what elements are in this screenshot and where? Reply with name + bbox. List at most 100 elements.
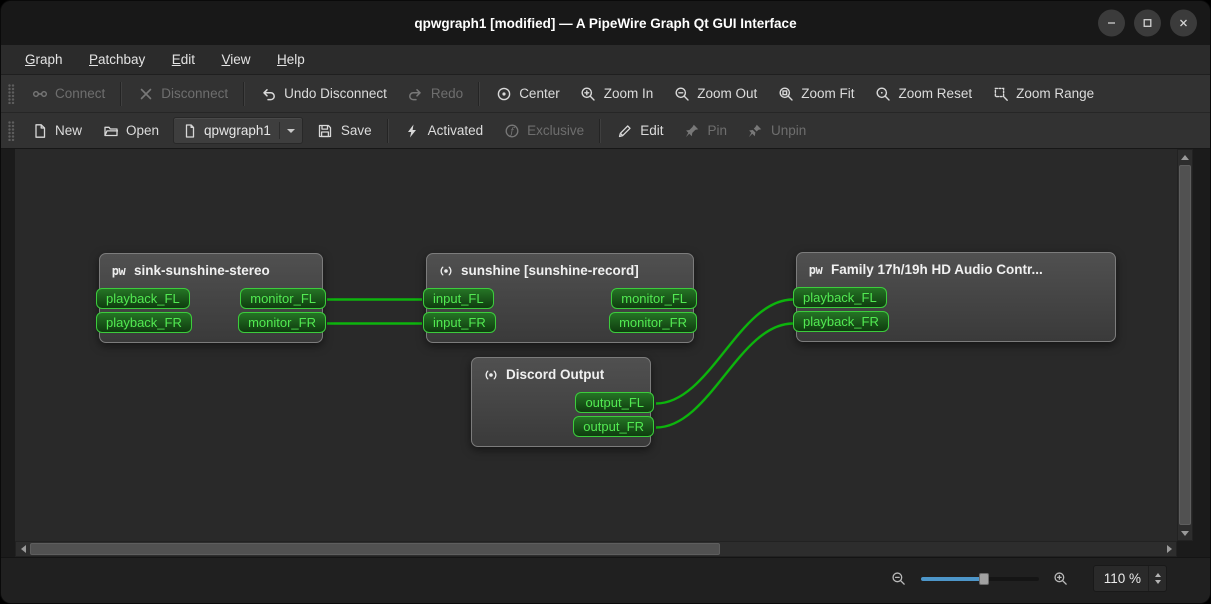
graph-toolbar: Connect Disconnect Undo Disconnect Redo [1,75,1210,113]
node-title: sunshine [sunshine-record] [461,263,639,278]
vertical-scrollbar[interactable] [1177,149,1193,541]
menu-view[interactable]: View [211,45,262,74]
port-monitor-fr[interactable]: monitor_FR [238,312,326,333]
node-sunshine-record[interactable]: sunshine [sunshine-record] input_FL inpu… [423,253,697,343]
port-input-fl[interactable]: input_FL [423,288,494,309]
exclusive-label: Exclusive [527,123,585,138]
unpin-label: Unpin [770,123,807,138]
zoom-slider-handle[interactable] [979,572,990,585]
center-label: Center [519,86,560,101]
unpin-icon [747,122,764,139]
redo-button[interactable]: Redo [397,80,473,107]
port-monitor-fr[interactable]: monitor_FR [609,312,697,333]
patchbay-file-icon [181,122,198,139]
menu-edit[interactable]: Edit [161,45,206,74]
new-label: New [55,123,83,138]
app-window: qpwgraph1 [modified] — A PipeWire Graph … [0,0,1211,604]
edit-label: Edit [640,123,664,138]
arrow-up-icon [1181,154,1189,160]
center-icon [495,85,512,102]
zoom-range-button[interactable]: Zoom Range [982,80,1104,107]
close-button[interactable] [1170,9,1197,37]
horizontal-scrollbar[interactable] [15,541,1177,557]
unpin-button[interactable]: Unpin [737,117,816,144]
pin-label: Pin [707,123,727,138]
toolbar-separator [120,81,123,106]
node-sink-sunshine-stereo[interactable]: sink-sunshine-stereo playback_FL playbac… [96,253,326,343]
disconnect-label: Disconnect [161,86,229,101]
minimize-button[interactable] [1098,9,1125,37]
minimize-icon [1108,22,1115,24]
node-title: Discord Output [506,367,605,382]
spin-buttons [1148,566,1161,591]
connect-icon [31,85,48,102]
menu-graph[interactable]: Graph [14,45,74,74]
zoom-in-button[interactable]: Zoom In [570,80,664,107]
horizontal-scrollbar-thumb[interactable] [30,543,720,555]
zoom-range-icon [992,85,1009,102]
new-patchbay-button[interactable]: New [21,117,92,144]
open-patchbay-button[interactable]: Open [92,117,169,144]
zoom-out-button[interactable]: Zoom Out [663,80,767,107]
port-input-fr[interactable]: input_FR [423,312,496,333]
zoom-reset-button[interactable]: Zoom Reset [865,80,983,107]
port-playback-fr[interactable]: playback_FR [96,312,192,333]
scroll-left-button[interactable] [16,542,30,556]
status-bar: 110 % [1,557,1210,603]
scroll-down-button[interactable] [1178,526,1192,540]
port-monitor-fl[interactable]: monitor_FL [240,288,326,309]
port-playback-fl[interactable]: playback_FL [96,288,190,309]
zoom-in-icon [580,85,597,102]
zoom-reset-icon [875,85,892,102]
vertical-scrollbar-thumb[interactable] [1179,165,1191,525]
zoom-spinbox[interactable]: 110 % [1092,565,1167,592]
disconnect-button[interactable]: Disconnect [127,80,238,107]
ports-row: playback_FL playback_FR [793,287,1115,341]
port-monitor-fl[interactable]: monitor_FL [611,288,697,309]
undo-disconnect-button[interactable]: Undo Disconnect [250,80,397,107]
arrow-down-icon [1181,530,1189,536]
activated-label: Activated [427,123,484,138]
scroll-up-button[interactable] [1178,150,1192,164]
redo-label: Redo [430,86,464,101]
zoom-in-icon[interactable] [1053,571,1069,587]
disconnect-icon [137,85,154,102]
graph-area: sink-sunshine-stereo playback_FL playbac… [1,149,1210,557]
port-playback-fr[interactable]: playback_FR [793,311,889,332]
open-label: Open [126,123,160,138]
title-bar[interactable]: qpwgraph1 [modified] — A PipeWire Graph … [1,1,1210,45]
save-patchbay-button[interactable]: Save [307,117,382,144]
svg-text:f: f [509,127,515,137]
zoom-out-icon[interactable] [891,571,907,587]
node-discord-output[interactable]: Discord Output output_FL output_FR [471,357,654,447]
zoom-slider[interactable] [920,570,1039,588]
port-output-fl[interactable]: output_FL [575,392,654,413]
graph-canvas[interactable]: sink-sunshine-stereo playback_FL playbac… [15,149,1177,541]
menu-patchbay[interactable]: Patchbay [78,45,156,74]
pin-button[interactable]: Pin [673,117,737,144]
zoom-reset-label: Zoom Reset [898,86,973,101]
maximize-button[interactable] [1134,9,1161,37]
patchbay-selector-combo[interactable]: qpwgraph1 [173,117,303,144]
edit-patchbay-button[interactable]: Edit [606,117,673,144]
connect-button[interactable]: Connect [21,80,115,107]
center-button[interactable]: Center [485,80,570,107]
menu-help[interactable]: Help [266,45,316,74]
spin-up-button[interactable] [1155,573,1161,577]
zoom-value: 110 % [1103,571,1141,586]
horizontal-scrollbar-track[interactable] [720,542,1162,556]
zoom-fit-button[interactable]: Zoom Fit [767,80,864,107]
port-output-fr[interactable]: output_FR [573,416,654,437]
activated-toggle-button[interactable]: Activated [394,117,494,144]
toolbar-grip[interactable] [8,120,15,141]
connection-wires [326,298,794,429]
port-playback-fl[interactable]: playback_FL [793,287,887,308]
toolbar-grip[interactable] [8,83,15,104]
node-header: sink-sunshine-stereo [100,254,322,285]
spin-down-button[interactable] [1155,580,1161,584]
monitor-icon [482,366,499,383]
exclusive-toggle-button[interactable]: f Exclusive [493,117,594,144]
combo-dropdown-button[interactable] [278,122,295,139]
scroll-right-button[interactable] [1162,542,1176,556]
node-family-hd-audio[interactable]: Family 17h/19h HD Audio Contr... playbac… [793,252,1116,342]
